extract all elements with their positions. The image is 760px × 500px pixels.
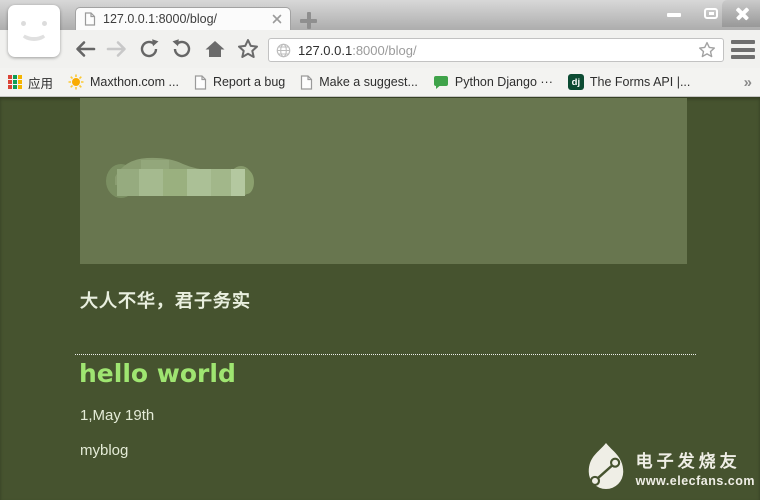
blog-header-box [80,98,687,264]
bookmark-label: 应用 [28,76,54,91]
sun-icon [68,74,84,90]
globe-icon [276,43,291,57]
window-minimize-button[interactable] [660,0,688,26]
url-path: :8000/blog/ [352,42,417,58]
django-icon: dj [567,74,584,90]
tab-close-icon[interactable] [272,14,282,24]
bookmark-label: Python Django ··· [454,75,553,89]
bookmark-make-suggestion[interactable]: Make a suggest... [300,74,418,90]
post-title-link[interactable]: hello world [79,359,236,388]
forward-button[interactable] [104,37,130,61]
watermark: 电子发烧友 www.elecfans.com [583,441,755,493]
undo-button[interactable] [169,37,195,61]
bookmark-star-icon[interactable] [698,41,716,59]
blurred-logo [106,157,254,198]
dotted-separator [75,354,696,355]
bookmark-label: Maxthon.com ... [90,75,179,89]
bookmarks-overflow-chevron[interactable]: » [744,74,752,91]
back-button[interactable] [72,37,98,61]
plus-icon [307,12,311,29]
bookmark-apps[interactable]: 应用 [8,73,53,92]
undo-arrow-icon [172,39,191,58]
bookmark-python-django[interactable]: Python Django ··· [433,75,553,90]
url-text[interactable]: 127.0.0.1:8000/blog/ [298,43,698,58]
hamburger-icon [731,55,755,59]
bookmark-maxthon[interactable]: Maxthon.com ... [68,74,179,90]
bookmark-label: The Forms API |... [589,75,691,89]
hamburger-icon [731,47,755,52]
page-icon [194,74,207,90]
apps-grid-icon [8,75,22,89]
address-bar[interactable]: 127.0.0.1:8000/blog/ [268,38,724,62]
hamburger-icon [731,40,755,44]
window-maximize-button[interactable] [697,0,725,26]
back-arrow-icon [76,41,96,57]
bookmark-forms-api[interactable]: dj The Forms API |... [567,74,691,90]
refresh-button[interactable] [136,37,162,61]
star-icon [238,39,258,58]
blog-motto: 大人不华，君子务实 [80,291,251,311]
chat-bubble-icon [433,75,448,89]
navigation-toolbar: 127.0.0.1:8000/blog/ [0,30,760,68]
minimize-icon [667,13,681,17]
browser-tab[interactable]: 127.0.0.1:8000/blog/ [75,7,291,30]
watermark-site-name: 电子发烧友 [635,451,741,471]
new-tab-button[interactable] [300,12,317,29]
watermark-site-url: www.elecfans.com [635,473,755,488]
elecfans-logo-icon [588,443,623,490]
window-close-button[interactable] [727,0,757,26]
page-icon [301,74,313,90]
watermark-text: 电子发烧友 www.elecfans.com [636,447,755,488]
page-viewport: 大人不华，君子务实 hello world 1,May 19th myblog … [0,97,760,500]
post-date: 1,May 19th [80,407,155,424]
home-button[interactable] [202,37,228,61]
post-body: myblog [80,442,129,459]
forward-arrow-icon [106,41,126,57]
smiley-mouth [20,22,48,41]
home-icon [205,41,225,57]
url-host: 127.0.0.1 [298,42,353,58]
browser-window: 127.0.0.1:8000/blog/ 127.0.0.1:8000/blog… [0,0,760,500]
bookmark-label: Make a suggest... [319,75,418,89]
tab-title: 127.0.0.1:8000/blog/ [103,12,217,26]
bookmarks-bar: 应用 Maxthon.com ... Report a bug Make a s… [0,68,760,97]
bookmark-report-bug[interactable]: Report a bug [194,74,286,90]
maximize-icon [704,7,718,19]
page-icon [84,12,96,26]
refresh-icon [140,39,159,58]
close-icon [735,6,750,21]
bookmark-label: Report a bug [212,75,286,89]
favorites-star-button[interactable] [235,37,261,61]
menu-button[interactable] [731,40,755,59]
browser-logo-button[interactable] [8,5,60,57]
